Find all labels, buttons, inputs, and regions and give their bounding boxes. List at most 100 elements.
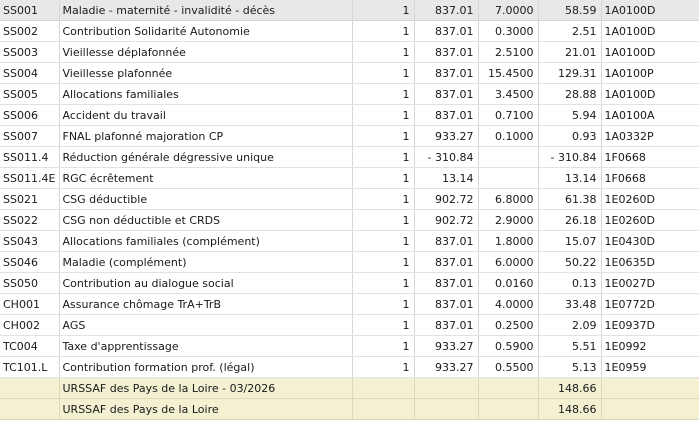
rate-cell: 0.5900 bbox=[478, 335, 539, 357]
label-cell: Allocations familiales bbox=[59, 83, 353, 105]
amount-cell: 33.48 bbox=[538, 293, 602, 315]
table-row[interactable]: SS001 Maladie - maternité - invalidité - … bbox=[0, 0, 699, 21]
quantity-cell: 1 bbox=[352, 83, 415, 105]
amount-cell: 21.01 bbox=[538, 41, 602, 63]
amount-cell: 15.07 bbox=[538, 230, 602, 252]
empty-cell bbox=[0, 398, 60, 420]
account-cell: 1F0668 bbox=[601, 167, 699, 189]
rate-cell: 7.0000 bbox=[478, 0, 539, 21]
rate-cell: 6.8000 bbox=[478, 188, 539, 210]
label-cell: Maladie - maternité - invalidité - décès bbox=[59, 0, 353, 21]
code-cell: SS004 bbox=[0, 62, 60, 84]
base-cell: 837.01 bbox=[414, 314, 479, 336]
label-cell: Assurance chômage TrA+TrB bbox=[59, 293, 353, 315]
label-cell: RGC écrêtement bbox=[59, 167, 353, 189]
rate-cell: 15.4500 bbox=[478, 62, 539, 84]
base-cell: 837.01 bbox=[414, 62, 479, 84]
account-cell: 1E0937D bbox=[601, 314, 699, 336]
base-cell: 837.01 bbox=[414, 293, 479, 315]
quantity-cell: 1 bbox=[352, 20, 415, 42]
amount-cell: - 310.84 bbox=[538, 146, 602, 168]
rate-cell bbox=[478, 167, 539, 189]
amount-cell: 0.13 bbox=[538, 272, 602, 294]
amount-cell: 28.88 bbox=[538, 83, 602, 105]
code-cell: SS046 bbox=[0, 251, 60, 273]
base-cell: 837.01 bbox=[414, 251, 479, 273]
base-cell: 13.14 bbox=[414, 167, 479, 189]
code-cell: SS050 bbox=[0, 272, 60, 294]
table-row[interactable]: SS050 Contribution au dialogue social 1 837… bbox=[0, 272, 699, 294]
empty-cell bbox=[478, 377, 539, 399]
table-row[interactable]: TC004 Taxe d'apprentissage 1 933.27 0.5900 5.… bbox=[0, 335, 699, 357]
rate-cell: 0.3000 bbox=[478, 20, 539, 42]
amount-cell: 13.14 bbox=[538, 167, 602, 189]
table-row[interactable]: SS002 Contribution Solidarité Autonomie 1 8… bbox=[0, 20, 699, 42]
code-cell: SS001 bbox=[0, 0, 60, 21]
code-cell: SS011.4 bbox=[0, 146, 60, 168]
quantity-cell: 1 bbox=[352, 104, 415, 126]
quantity-cell: 1 bbox=[352, 209, 415, 231]
label-cell: CSG déductible bbox=[59, 188, 353, 210]
rate-cell: 3.4500 bbox=[478, 83, 539, 105]
code-cell: SS011.4E bbox=[0, 167, 60, 189]
amount-cell: 129.31 bbox=[538, 62, 602, 84]
empty-cell bbox=[352, 398, 415, 420]
quantity-cell: 1 bbox=[352, 314, 415, 336]
table-row[interactable]: TC101.L Contribution formation prof. (lég… bbox=[0, 356, 699, 378]
rate-cell: 0.0160 bbox=[478, 272, 539, 294]
quantity-cell: 1 bbox=[352, 146, 415, 168]
rate-cell: 0.5500 bbox=[478, 356, 539, 378]
rate-cell: 0.7100 bbox=[478, 104, 539, 126]
base-cell: 837.01 bbox=[414, 0, 479, 21]
account-cell: 1E0772D bbox=[601, 293, 699, 315]
table-row[interactable]: CH001 Assurance chômage TrA+TrB 1 837.01 4.0… bbox=[0, 293, 699, 315]
table-row[interactable]: SS005 Allocations familiales 1 837.01 3.4500… bbox=[0, 83, 699, 105]
code-cell: TC101.L bbox=[0, 356, 60, 378]
label-cell: Réduction générale dégressive unique bbox=[59, 146, 353, 168]
quantity-cell: 1 bbox=[352, 335, 415, 357]
empty-cell bbox=[414, 377, 479, 399]
table-row[interactable]: SS011.4E RGC écrêtement 1 13.14 13.14 1F0668 bbox=[0, 167, 699, 189]
label-cell: CSG non déductible et CRDS bbox=[59, 209, 353, 231]
amount-cell: 0.93 bbox=[538, 125, 602, 147]
total-amount-cell: 148.66 bbox=[538, 377, 602, 399]
account-cell: 1E0260D bbox=[601, 188, 699, 210]
table-row[interactable]: SS007 FNAL plafonné majoration CP 1 933.27 0… bbox=[0, 125, 699, 147]
table-row[interactable]: SS004 Vieillesse plafonnée 1 837.01 15.4500 1… bbox=[0, 62, 699, 84]
table-row[interactable]: SS003 Vieillesse déplafonnée 1 837.01 2.5100… bbox=[0, 41, 699, 63]
account-cell: 1A0100D bbox=[601, 41, 699, 63]
table-row[interactable]: SS046 Maladie (complément) 1 837.01 6.0000 50… bbox=[0, 251, 699, 273]
table-row[interactable]: CH002 AGS 1 837.01 0.2500 2.09 1E0937D bbox=[0, 314, 699, 336]
amount-cell: 26.18 bbox=[538, 209, 602, 231]
code-cell: SS043 bbox=[0, 230, 60, 252]
table-row[interactable]: SS022 CSG non déductible et CRDS 1 902.72 2.… bbox=[0, 209, 699, 231]
quantity-cell: 1 bbox=[352, 0, 415, 21]
code-cell: SS002 bbox=[0, 20, 60, 42]
account-cell: 1E0260D bbox=[601, 209, 699, 231]
contributions-table-body: SS001 Maladie - maternité - invalidité - … bbox=[0, 0, 699, 420]
total-row: URSSAF des Pays de la Loire - 03/2026 148… bbox=[0, 377, 699, 399]
total-label-cell: URSSAF des Pays de la Loire bbox=[59, 398, 353, 420]
table-row[interactable]: SS011.4 Réduction générale dégressive uni… bbox=[0, 146, 699, 168]
code-cell: SS005 bbox=[0, 83, 60, 105]
quantity-cell: 1 bbox=[352, 188, 415, 210]
total-row: URSSAF des Pays de la Loire 148.66 bbox=[0, 398, 699, 420]
table-row[interactable]: SS021 CSG déductible 1 902.72 6.8000 61.38 1E0… bbox=[0, 188, 699, 210]
empty-cell bbox=[414, 398, 479, 420]
amount-cell: 50.22 bbox=[538, 251, 602, 273]
account-cell: 1A0100D bbox=[601, 83, 699, 105]
table-row[interactable]: SS006 Accident du travail 1 837.01 0.7100 5.9… bbox=[0, 104, 699, 126]
amount-cell: 5.13 bbox=[538, 356, 602, 378]
code-cell: SS006 bbox=[0, 104, 60, 126]
label-cell: Vieillesse plafonnée bbox=[59, 62, 353, 84]
account-cell: 1E0027D bbox=[601, 272, 699, 294]
account-cell: 1A0100D bbox=[601, 20, 699, 42]
table-row[interactable]: SS043 Allocations familiales (complément)… bbox=[0, 230, 699, 252]
rate-cell: 2.5100 bbox=[478, 41, 539, 63]
quantity-cell: 1 bbox=[352, 356, 415, 378]
label-cell: Taxe d'apprentissage bbox=[59, 335, 353, 357]
empty-cell bbox=[0, 377, 60, 399]
account-cell: 1A0100P bbox=[601, 62, 699, 84]
account-cell: 1F0668 bbox=[601, 146, 699, 168]
total-amount-cell: 148.66 bbox=[538, 398, 602, 420]
